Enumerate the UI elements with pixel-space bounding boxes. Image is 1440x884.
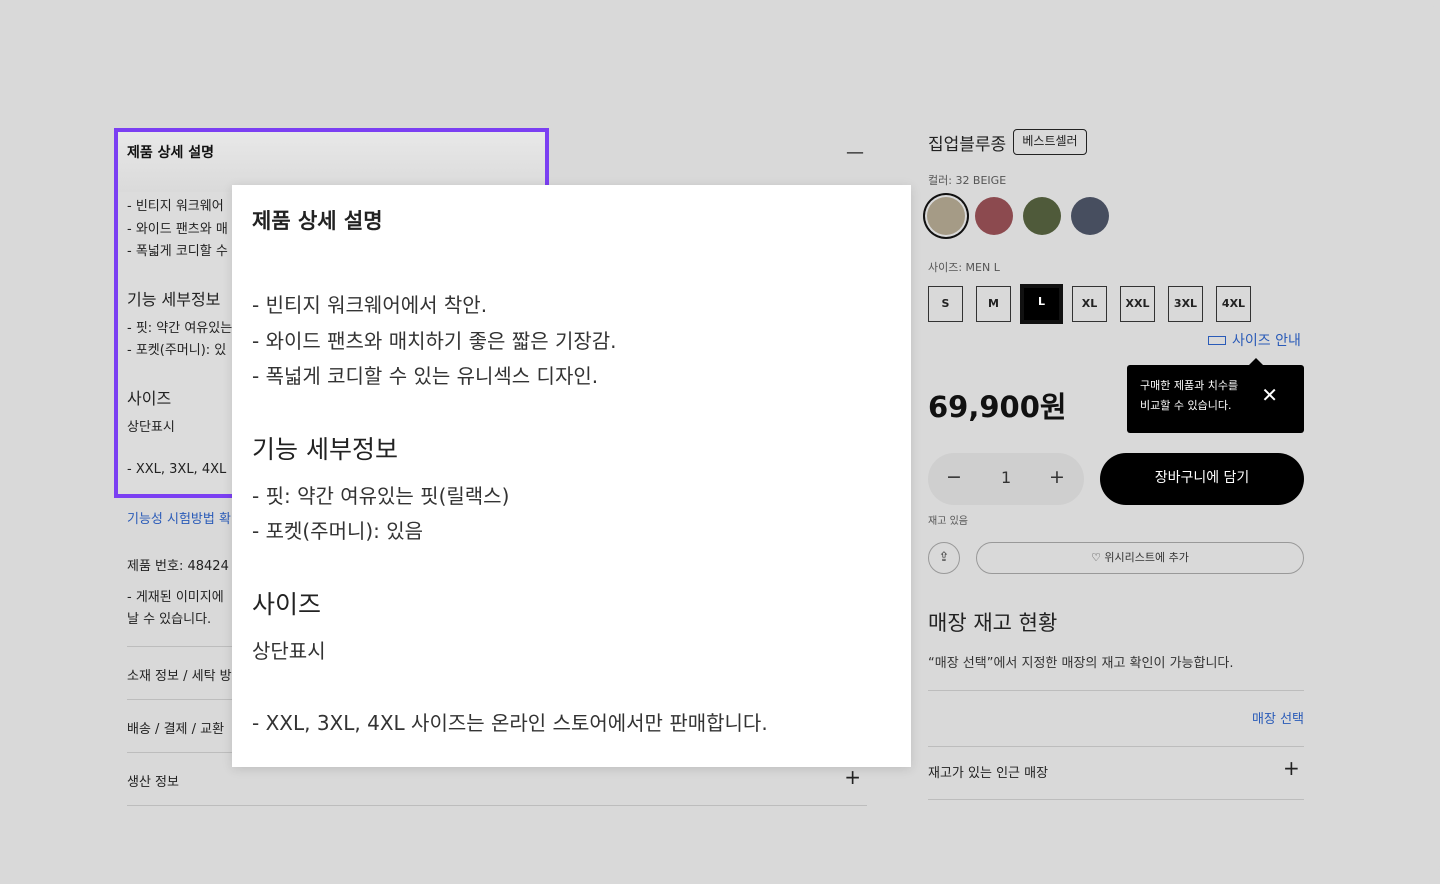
zoom-bullet: - 폭넓게 코디할 수 있는 유니섹스 디자인. <box>252 364 599 388</box>
zoom-size-heading: 사이즈 <box>252 590 322 619</box>
detail-bullet: - 빈티지 워크웨어 <box>127 199 224 214</box>
size-s-button[interactable]: S <box>928 286 963 322</box>
zoom-bullet: - 와이드 팬츠와 매치하기 좋은 짧은 기장감. <box>252 329 617 353</box>
size-m-button[interactable]: M <box>976 286 1011 322</box>
size-note: - XXL, 3XL, 4XL <box>127 462 227 477</box>
size-label: 사이즈: MEN L <box>928 261 1000 274</box>
test-method-link[interactable]: 기능성 시험방법 확 <box>127 508 231 527</box>
product-title: 집업블루종 <box>928 135 1007 155</box>
qty-minus-button[interactable]: − <box>946 466 962 488</box>
zoom-bullet: - 빈티지 워크웨어에서 착안. <box>252 293 488 317</box>
plus-icon[interactable]: + <box>844 765 861 789</box>
minus-icon[interactable]: — <box>846 142 864 163</box>
divider <box>127 805 867 806</box>
wishlist-button[interactable]: ♡ 위시리스트에 추가 <box>976 542 1304 574</box>
detail-bullet: - 와이드 팬츠와 매 <box>127 222 228 237</box>
feature-heading: 기능 세부정보 <box>127 290 221 309</box>
zoom-feature: - 포켓(주머니): 있음 <box>252 519 424 543</box>
size-xxl-button[interactable]: XXL <box>1120 286 1155 322</box>
size-4xl-button[interactable]: 4XL <box>1216 286 1251 322</box>
zoom-feature: - 핏: 약간 여유있는 핏(릴랙스) <box>252 484 510 508</box>
detail-bullet: - 폭넓게 코디할 수 <box>127 244 228 259</box>
share-icon: ⇪ <box>938 550 950 565</box>
add-to-cart-button[interactable]: 장바구니에 담기 <box>1100 453 1304 505</box>
close-icon[interactable]: ✕ <box>1261 385 1278 405</box>
plus-icon[interactable]: + <box>1283 756 1300 780</box>
divider <box>928 799 1304 800</box>
divider <box>928 746 1304 747</box>
share-button[interactable]: ⇪ <box>928 542 960 574</box>
quantity-stepper: − 1 + <box>928 453 1084 505</box>
bestseller-badge: 베스트셀러 <box>1013 129 1087 155</box>
color-swatch-olive[interactable] <box>1023 197 1061 235</box>
feature-item: - 포켓(주머니): 있 <box>127 343 227 358</box>
page: 제품 상세 설명 — - 빈티지 워크웨어 - 와이드 팬츠와 매 - 폭넓게 … <box>0 0 1440 884</box>
zoom-size-note: - XXL, 3XL, 4XL 사이즈는 온라인 스토어에서만 판매합니다. <box>252 711 768 735</box>
zoom-popup: 제품 상세 설명 - 빈티지 워크웨어에서 착안. - 와이드 팬츠와 매치하기… <box>232 185 911 767</box>
feature-item: - 핏: 약간 여유있는 <box>127 321 233 336</box>
qty-value: 1 <box>1001 468 1012 487</box>
divider <box>928 690 1304 691</box>
color-swatch-beige[interactable] <box>927 197 965 235</box>
image-note: - 게재된 이미지에 <box>127 590 224 605</box>
size-l-button[interactable]: L <box>1020 284 1063 324</box>
zoom-feature-heading: 기능 세부정보 <box>252 435 398 464</box>
size-xl-button[interactable]: XL <box>1072 286 1107 322</box>
stock-status: 재고 있음 <box>928 516 968 527</box>
store-select-link[interactable]: 매장 선택 <box>1252 708 1304 727</box>
section-title[interactable]: 제품 상세 설명 <box>127 142 214 162</box>
store-stock-desc: “매장 선택”에서 지정한 매장의 재고 확인이 가능합니다. <box>928 656 1234 671</box>
nearby-stores[interactable]: 재고가 있는 인근 매장 <box>928 762 1048 781</box>
product-number: 제품 번호: 48424 <box>127 559 229 574</box>
color-label: 컬러: 32 BEIGE <box>928 174 1007 187</box>
ruler-icon <box>1208 335 1226 345</box>
size-tooltip: 구매한 제품과 치수를 비교할 수 있습니다. ✕ <box>1127 358 1304 433</box>
image-note: 날 수 있습니다. <box>127 612 212 627</box>
size-heading: 사이즈 <box>127 389 172 408</box>
zoom-size-sub: 상단표시 <box>252 639 326 663</box>
qty-plus-button[interactable]: + <box>1049 466 1065 488</box>
size-guide-link[interactable]: 사이즈 안내 <box>1208 330 1301 350</box>
color-swatch-red[interactable] <box>975 197 1013 235</box>
size-3xl-button[interactable]: 3XL <box>1168 286 1203 322</box>
zoom-title: 제품 상세 설명 <box>252 209 383 233</box>
color-swatch-navy[interactable] <box>1071 197 1109 235</box>
size-sub: 상단표시 <box>127 420 175 435</box>
store-stock-heading: 매장 재고 현황 <box>928 611 1058 635</box>
price: 69,900원 <box>928 390 1067 424</box>
